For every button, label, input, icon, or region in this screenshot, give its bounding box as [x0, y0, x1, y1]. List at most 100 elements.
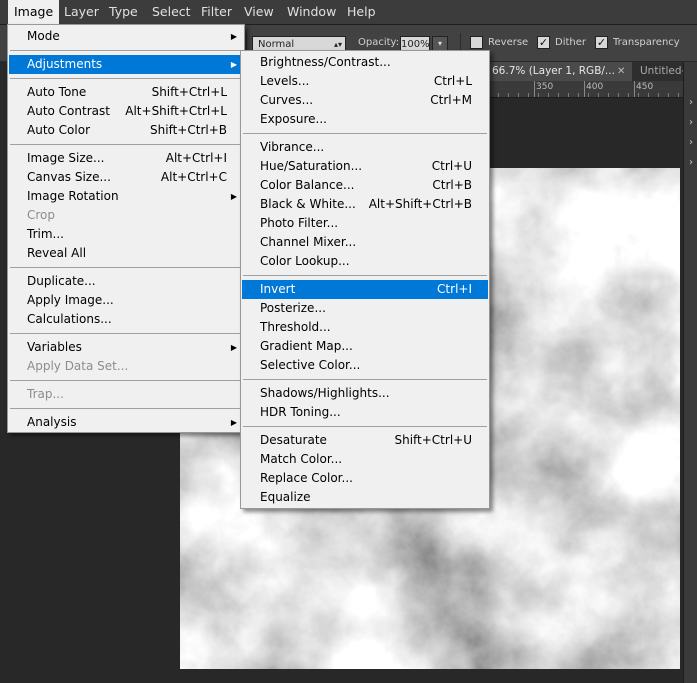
menu-separator — [243, 275, 487, 276]
adjustment-item-hdr-toning[interactable]: HDR Toning... — [242, 403, 488, 422]
adjustment-item-equalize[interactable]: Equalize — [242, 488, 488, 507]
menu-item-auto-contrast[interactable]: Auto Contrast Alt+Shift+Ctrl+L — [9, 102, 243, 121]
menu-separator — [10, 380, 242, 381]
menu-item-label: Hue/Saturation... — [260, 159, 363, 173]
ruler-tick — [584, 81, 585, 97]
submenu-arrow-icon: ▶ — [230, 32, 237, 41]
document-tab-title: Untitled- — [640, 65, 686, 77]
menu-item-label: Auto Color — [27, 123, 91, 137]
adjustment-item-black-white[interactable]: Black & White... Alt+Shift+Ctrl+B — [242, 195, 488, 214]
menu-item-trap: Trap... — [9, 385, 243, 404]
menu-item-adjustments[interactable]: Adjustments ▶ — [9, 55, 243, 74]
adjustment-item-curves[interactable]: Curves... Ctrl+M — [242, 91, 488, 110]
chevron-icon[interactable]: › — [686, 136, 696, 150]
adjustment-item-levels[interactable]: Levels... Ctrl+L — [242, 72, 488, 91]
menu-filter[interactable]: Filter — [195, 0, 238, 24]
document-tab-active[interactable]: 66.7% (Layer 1, RGB/... — [488, 62, 632, 81]
menu-separator — [243, 426, 487, 427]
adjustment-item-shadows-highlights[interactable]: Shadows/Highlights... — [242, 384, 488, 403]
menu-item-label: Curves... — [260, 93, 314, 107]
menu-item-label: Variables — [27, 340, 82, 354]
menu-item-label: Posterize... — [260, 301, 326, 315]
chevron-icon[interactable]: › — [686, 96, 696, 110]
menu-item-apply-image[interactable]: Apply Image... — [9, 291, 243, 310]
adjustment-item-color-lookup[interactable]: Color Lookup... — [242, 252, 488, 271]
opacity-label: Opacity: — [358, 37, 400, 48]
opacity-dropdown-button[interactable]: ▾ — [432, 36, 448, 51]
adjustment-item-brightness-contrast[interactable]: Brightness/Contrast... — [242, 53, 488, 72]
menu-item-mode[interactable]: Mode ▶ — [9, 27, 243, 46]
ruler-tick — [534, 81, 535, 97]
adjustment-item-threshold[interactable]: Threshold... — [242, 318, 488, 337]
adjustment-item-gradient-map[interactable]: Gradient Map... — [242, 337, 488, 356]
adjustment-item-posterize[interactable]: Posterize... — [242, 299, 488, 318]
menu-view[interactable]: View — [238, 0, 280, 24]
menu-item-label: Exposure... — [260, 112, 327, 126]
adjustment-item-match-color[interactable]: Match Color... — [242, 450, 488, 469]
menu-item-image-size[interactable]: Image Size... Alt+Ctrl+I — [9, 149, 243, 168]
right-panel-strip: › › › › — [683, 62, 697, 683]
adjustment-item-channel-mixer[interactable]: Channel Mixer... — [242, 233, 488, 252]
adjustment-item-invert[interactable]: Invert Ctrl+I — [242, 280, 488, 299]
menu-item-label: Replace Color... — [260, 471, 353, 485]
menu-item-reveal-all[interactable]: Reveal All — [9, 244, 243, 263]
menu-item-calculations[interactable]: Calculations... — [9, 310, 243, 329]
menu-item-shortcut: Ctrl+B — [432, 178, 472, 192]
menu-item-label: Desaturate — [260, 433, 327, 447]
menu-window[interactable]: Window — [281, 0, 342, 24]
menu-item-auto-color[interactable]: Auto Color Shift+Ctrl+B — [9, 121, 243, 140]
menu-item-shortcut: Shift+Ctrl+B — [150, 123, 227, 137]
menu-item-trim[interactable]: Trim... — [9, 225, 243, 244]
close-icon[interactable]: ✕ — [617, 62, 625, 81]
menu-item-label: Vibrance... — [260, 140, 325, 154]
menu-item-label: Brightness/Contrast... — [260, 55, 391, 69]
adjustment-item-selective-color[interactable]: Selective Color... — [242, 356, 488, 375]
adjustment-item-photo-filter[interactable]: Photo Filter... — [242, 214, 488, 233]
menu-select[interactable]: Select — [146, 0, 197, 24]
adjustment-item-color-balance[interactable]: Color Balance... Ctrl+B — [242, 176, 488, 195]
menu-item-shortcut: Alt+Shift+Ctrl+L — [125, 104, 227, 118]
menu-item-analysis[interactable]: Analysis ▶ — [9, 413, 243, 432]
adjustment-item-desaturate[interactable]: Desaturate Shift+Ctrl+U — [242, 431, 488, 450]
dither-checkbox[interactable]: ✓ — [537, 36, 550, 49]
menu-layer[interactable]: Layer — [58, 0, 105, 24]
chevron-icon[interactable]: › — [686, 116, 696, 130]
document-tab-title: 66.7% (Layer 1, RGB/... — [492, 65, 615, 77]
menu-item-label: Mode — [27, 29, 60, 43]
menu-help[interactable]: Help — [341, 0, 382, 24]
menu-type[interactable]: Type — [103, 0, 144, 24]
menu-item-auto-tone[interactable]: Auto Tone Shift+Ctrl+L — [9, 83, 243, 102]
adjustment-item-hue-saturation[interactable]: Hue/Saturation... Ctrl+U — [242, 157, 488, 176]
menu-item-shortcut: Ctrl+I — [437, 282, 472, 296]
menu-image[interactable]: Image — [8, 0, 60, 24]
chevron-icon[interactable]: › — [686, 156, 696, 170]
menu-item-image-rotation[interactable]: Image Rotation ▶ — [9, 187, 243, 206]
transparency-checkbox[interactable]: ✓ — [595, 36, 608, 49]
menu-item-variables[interactable]: Variables ▶ — [9, 338, 243, 357]
menu-item-label: HDR Toning... — [260, 405, 341, 419]
menu-item-label: Reveal All — [27, 246, 87, 260]
blend-mode-select[interactable]: Normal ▴▾ — [252, 36, 346, 51]
ruler-label: 400 — [586, 82, 604, 92]
menu-item-label: Selective Color... — [260, 358, 361, 372]
menu-separator — [10, 50, 242, 51]
adjustment-item-vibrance[interactable]: Vibrance... — [242, 138, 488, 157]
adjustments-submenu: Brightness/Contrast... Levels... Ctrl+L Cur… — [240, 50, 490, 509]
ruler-tick — [634, 81, 635, 97]
adjustment-item-replace-color[interactable]: Replace Color... — [242, 469, 488, 488]
menu-item-label: Photo Filter... — [260, 216, 339, 230]
menu-item-canvas-size[interactable]: Canvas Size... Alt+Ctrl+C — [9, 168, 243, 187]
opacity-input[interactable]: 100% — [400, 36, 430, 51]
adjustment-item-exposure[interactable]: Exposure... — [242, 110, 488, 129]
submenu-arrow-icon: ▶ — [230, 343, 237, 352]
menu-item-label: Color Lookup... — [260, 254, 350, 268]
menu-item-duplicate[interactable]: Duplicate... — [9, 272, 243, 291]
reverse-checkbox[interactable] — [470, 36, 483, 49]
submenu-arrow-icon: ▶ — [230, 418, 237, 427]
menu-item-label: Color Balance... — [260, 178, 355, 192]
menu-item-shortcut: Ctrl+M — [430, 93, 472, 107]
menu-item-label: Analysis — [27, 415, 77, 429]
ruler-label: 350 — [536, 82, 554, 92]
menu-item-label: Image Rotation — [27, 189, 119, 203]
menu-item-label: Calculations... — [27, 312, 112, 326]
